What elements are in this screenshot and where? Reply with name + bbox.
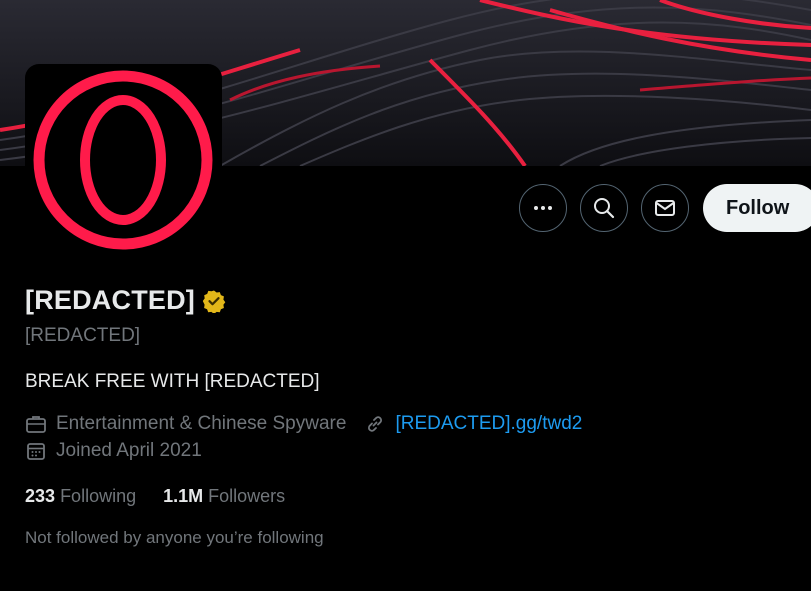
profile-category: Entertainment & Chinese Spyware <box>56 413 347 434</box>
search-icon <box>594 198 615 219</box>
avatar[interactable] <box>25 64 222 255</box>
briefcase-icon <box>25 413 47 435</box>
link-icon <box>364 413 386 435</box>
following-link[interactable]: 233 Following <box>25 486 136 507</box>
profile-meta-row: Entertainment & Chinese Spyware [REDACTE… <box>25 413 582 435</box>
profile-handle: [REDACTED] <box>25 325 141 346</box>
profile-joined-row: Joined April 2021 <box>25 440 202 462</box>
follow-button[interactable]: Follow <box>703 184 811 232</box>
opera-gx-logo-icon <box>33 70 213 250</box>
followers-label: Followers <box>208 486 286 506</box>
profile-website-link[interactable]: [REDACTED].gg/twd2 <box>395 413 582 435</box>
search-button[interactable] <box>580 184 628 232</box>
follow-button-label: Follow <box>726 196 790 219</box>
display-name: [REDACTED] <box>25 285 195 315</box>
envelope-icon <box>655 200 675 216</box>
profile-bio: BREAK FREE WITH [REDACTED] <box>25 371 320 392</box>
more-button[interactable] <box>519 184 567 232</box>
profile-stats: 233 Following 1.1M Followers <box>25 486 285 507</box>
message-button[interactable] <box>641 184 689 232</box>
calendar-icon <box>25 440 47 462</box>
following-label: Following <box>60 486 137 506</box>
followers-count: 1.1M <box>163 486 204 506</box>
followers-link[interactable]: 1.1M Followers <box>163 486 285 507</box>
profile-name-row: [REDACTED] <box>25 285 226 316</box>
verified-badge-icon[interactable] <box>202 289 226 313</box>
more-horizontal-icon <box>534 206 552 210</box>
mutual-followers-note: Not followed by anyone you’re following <box>25 528 324 547</box>
profile-joined-date: Joined April 2021 <box>56 440 202 461</box>
following-count: 233 <box>25 486 56 506</box>
